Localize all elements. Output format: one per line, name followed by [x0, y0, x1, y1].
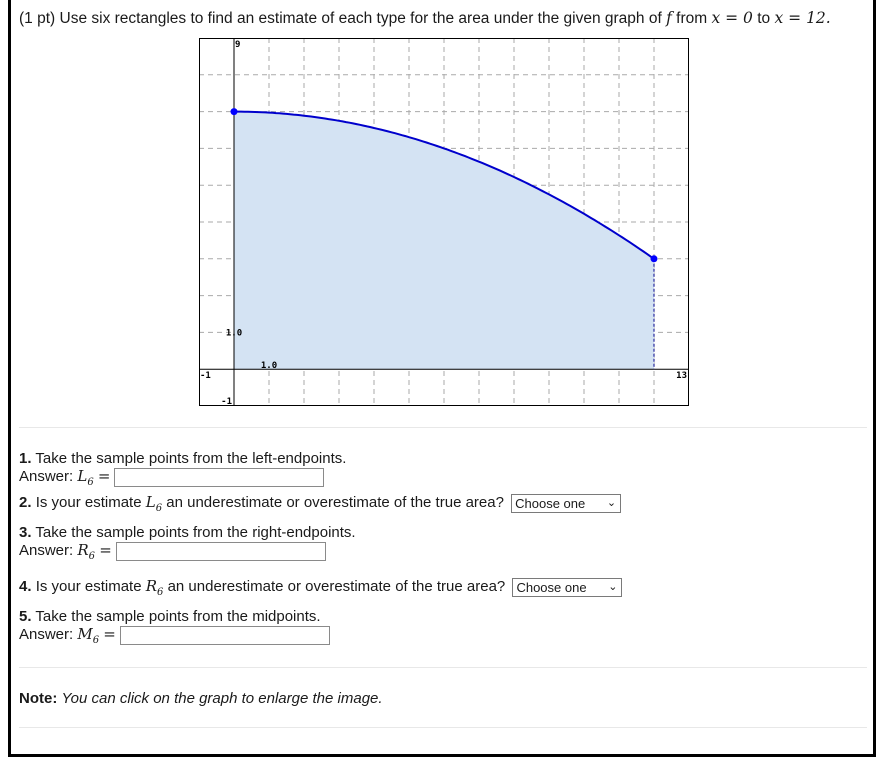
divider — [19, 727, 867, 728]
question-text: Take the sample points from the midpoint… — [35, 608, 321, 625]
divider — [19, 667, 867, 668]
answer-label: Answer: — [19, 542, 74, 559]
prompt-from: from — [676, 10, 708, 27]
answer-label: Answer: — [19, 626, 74, 643]
question-2: 2. Is your estimate L6 an underestimate … — [19, 493, 622, 514]
shaded-area — [234, 111, 654, 370]
math-f: f — [666, 9, 672, 27]
note-label: Note: — [19, 690, 58, 707]
chevron-down-icon: ⌄ — [606, 496, 617, 509]
question-1: 1. Take the sample points from the left-… — [19, 450, 346, 467]
x-tick-label-1: 1.0 — [261, 361, 277, 371]
question-text: Is your estimate — [35, 494, 142, 511]
prompt-to: to — [757, 10, 771, 27]
var-L6: L6 — [77, 467, 94, 488]
endpoint-left — [230, 108, 238, 116]
question-number: 1. — [19, 450, 32, 467]
var-R6: R6 — [145, 577, 164, 598]
y-tick-label-1: 1.0 — [226, 328, 242, 338]
points-label: (1 pt) — [19, 10, 56, 27]
x-tick-label-max: 13 — [676, 371, 687, 381]
question-text: Take the sample points from the left-end… — [35, 450, 347, 467]
M6-input[interactable] — [119, 625, 330, 645]
question-text: an underestimate or overestimate of the … — [167, 578, 506, 595]
y-tick-label-min: -1 — [221, 397, 232, 406]
answer-1-row: Answer: L6 = — [19, 467, 325, 488]
L6-estimate-select[interactable]: Choose one ⌄ — [511, 493, 622, 513]
R6-input[interactable] — [115, 541, 326, 561]
question-text: Is your estimate — [35, 578, 142, 595]
question-number: 5. — [19, 608, 32, 625]
question-text: an underestimate or overestimate of the … — [166, 494, 504, 511]
question-text: Take the sample points from the right-en… — [35, 524, 356, 541]
question-5: 5. Take the sample points from the midpo… — [19, 608, 321, 625]
endpoint-right — [650, 255, 658, 263]
var-M6: M6 — [77, 625, 100, 646]
math-x12: x = 12. — [774, 9, 831, 27]
answer-label: Answer: — [19, 468, 74, 485]
divider — [19, 427, 867, 428]
L6-input[interactable] — [114, 467, 325, 487]
note: Note: You can click on the graph to enla… — [19, 690, 383, 707]
chevron-down-icon: ⌄ — [608, 580, 618, 593]
problem-statement: (1 pt) Use six rectangles to find an est… — [19, 9, 831, 28]
x-tick-label-min: -1 — [200, 371, 211, 381]
question-4: 4. Is your estimate R6 an underestimate … — [19, 577, 623, 598]
question-3: 3. Take the sample points from the right… — [19, 524, 356, 541]
var-L6: L6 — [145, 493, 163, 514]
answer-3-row: Answer: R6 = — [19, 541, 326, 562]
graph-image[interactable]: -1 1.0 13 -1 1.0 9 — [199, 38, 689, 406]
R6-estimate-select[interactable]: Choose one ⌄ — [512, 577, 623, 597]
y-tick-label-max: 9 — [235, 40, 240, 50]
prompt-text: Use six rectangles to find an estimate o… — [59, 10, 662, 27]
question-number: 2. — [19, 494, 32, 511]
var-R6: R6 — [77, 541, 96, 562]
note-text: You can click on the graph to enlarge th… — [61, 690, 383, 707]
answer-5-row: Answer: M6 = — [19, 625, 330, 646]
math-x0: x = 0 — [711, 9, 753, 27]
question-number: 4. — [19, 578, 32, 595]
question-number: 3. — [19, 524, 32, 541]
